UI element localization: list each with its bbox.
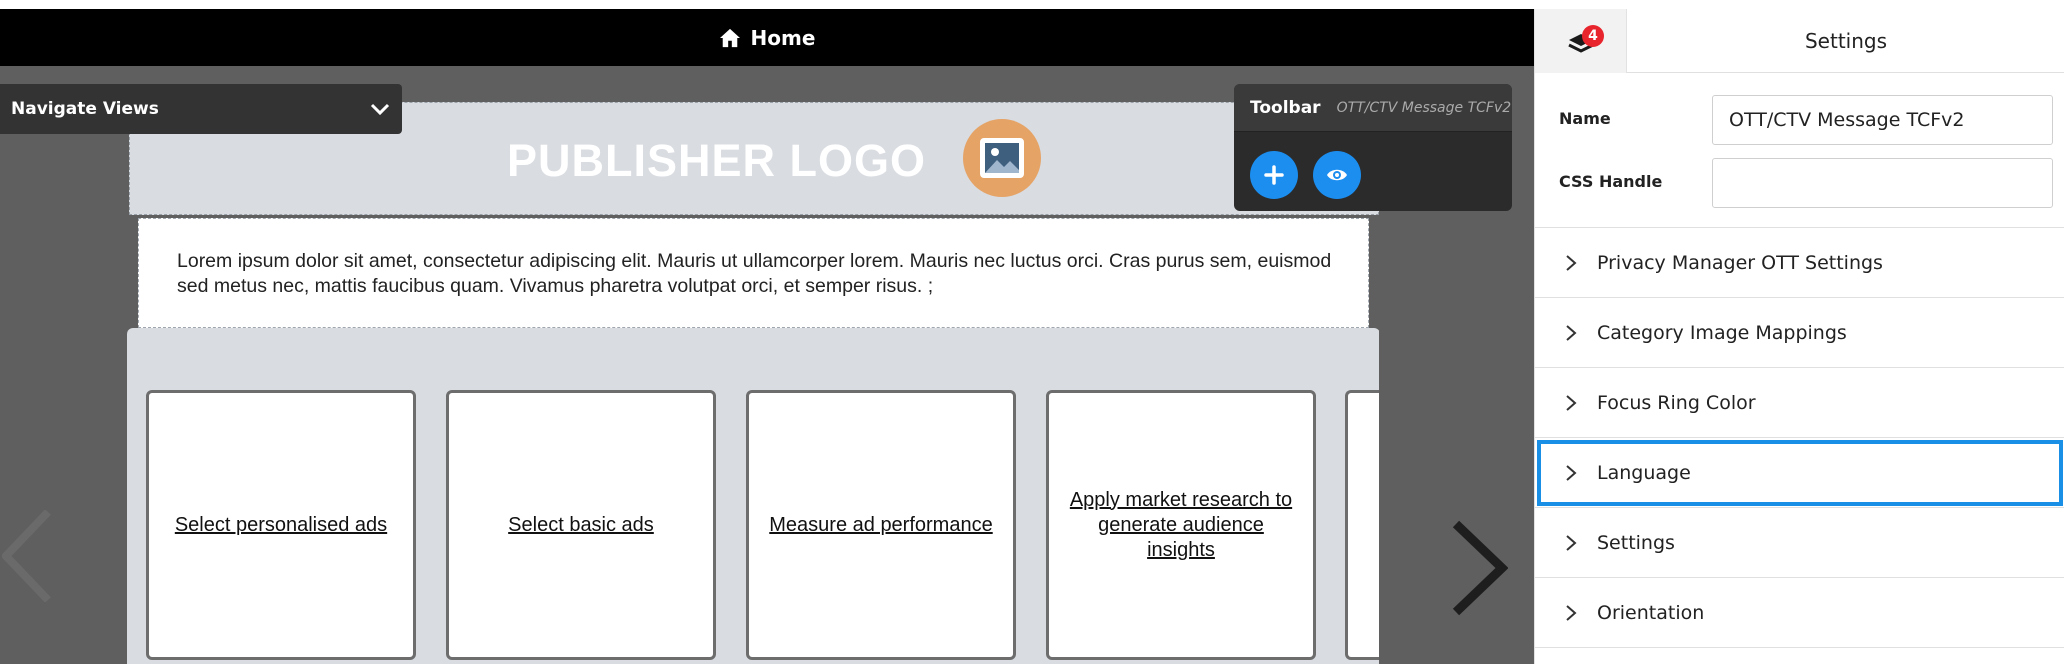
section-label: Settings [1597,531,1675,554]
preview-button[interactable] [1313,151,1361,199]
chevron-right-icon [1566,325,1577,341]
section-language[interactable]: Language [1535,438,2064,508]
card-measure-ad-performance[interactable]: Measure ad performance [746,390,1016,660]
css-handle-label: CSS Handle [1559,172,1663,191]
navigate-views-dropdown[interactable]: Navigate Views [0,84,402,134]
section-settings[interactable]: Settings [1535,508,2064,578]
message-editor-canvas: Home PUBLISHER LOGO Lorem ipsum dolor si… [0,0,1534,664]
section-label: Privacy Manager OTT Settings [1597,251,1883,274]
card-label: Select personalised ads [174,513,388,536]
section-orientation[interactable]: Orientation [1535,578,2064,648]
name-field[interactable] [1712,95,2053,145]
home-bar[interactable]: Home [0,9,1534,66]
top-strip [0,0,2064,9]
section-label: Category Image Mappings [1597,321,1847,344]
section-label: Language [1597,461,1691,484]
message-body[interactable]: Lorem ipsum dolor sit amet, consectetur … [138,218,1369,328]
chevron-right-icon [1566,465,1577,481]
carousel-prev-icon[interactable] [2,510,52,602]
notification-badge: 4 [1582,25,1604,47]
card-label: Apply market research to generate audien… [1069,488,1293,561]
settings-panel: 4 Settings Name CSS Handle Privacy Manag… [1534,9,2064,664]
chevron-right-icon [1566,255,1577,271]
logo-image-placeholder[interactable] [963,119,1041,197]
toolbar-header: Toolbar OTT/CTV Message TCFv2 [1234,84,1512,132]
css-handle-field[interactable] [1712,158,2053,208]
section-privacy-manager-ott-settings[interactable]: Privacy Manager OTT Settings [1535,228,2064,298]
image-icon [980,138,1024,178]
toolbar: Toolbar OTT/CTV Message TCFv2 [1234,84,1512,211]
home-label: Home [750,25,816,50]
navigate-views-label: Navigate Views [11,99,159,119]
card-select-basic-ads[interactable]: Select basic ads [446,390,716,660]
chevron-right-icon [1566,535,1577,551]
chevron-down-icon [370,103,390,116]
card-label: Select basic ads [508,513,654,536]
chevron-right-icon [1566,395,1577,411]
card-partial[interactable] [1345,390,1381,660]
body-text: Lorem ipsum dolor sit amet, consectetur … [177,250,1332,297]
card-label: Measure ad performance [769,513,993,536]
home-icon [719,28,740,47]
editor-stage: Home PUBLISHER LOGO Lorem ipsum dolor si… [0,0,2064,664]
layers-tab[interactable]: 4 [1535,9,1627,73]
section-label: Orientation [1597,601,1705,624]
section-focus-ring-color[interactable]: Focus Ring Color [1535,368,2064,438]
carousel-next-icon[interactable] [1452,520,1508,616]
toolbar-title: Toolbar [1250,97,1321,118]
add-element-button[interactable] [1250,151,1298,199]
plus-icon [1264,165,1284,185]
eye-icon [1327,169,1347,181]
card-apply-market-research[interactable]: Apply market research to generate audien… [1046,390,1316,660]
section-category-image-mappings[interactable]: Category Image Mappings [1535,298,2064,368]
card-select-personalised-ads[interactable]: Select personalised ads [146,390,416,660]
name-label: Name [1559,109,1611,128]
chevron-right-icon [1566,605,1577,621]
panel-header: 4 Settings [1535,9,2064,73]
publisher-logo-text: PUBLISHER LOGO [507,135,927,186]
toolbar-subtitle: OTT/CTV Message TCFv2 [1336,99,1512,116]
section-label: Focus Ring Color [1597,391,1756,414]
panel-title: Settings [1804,29,1888,53]
